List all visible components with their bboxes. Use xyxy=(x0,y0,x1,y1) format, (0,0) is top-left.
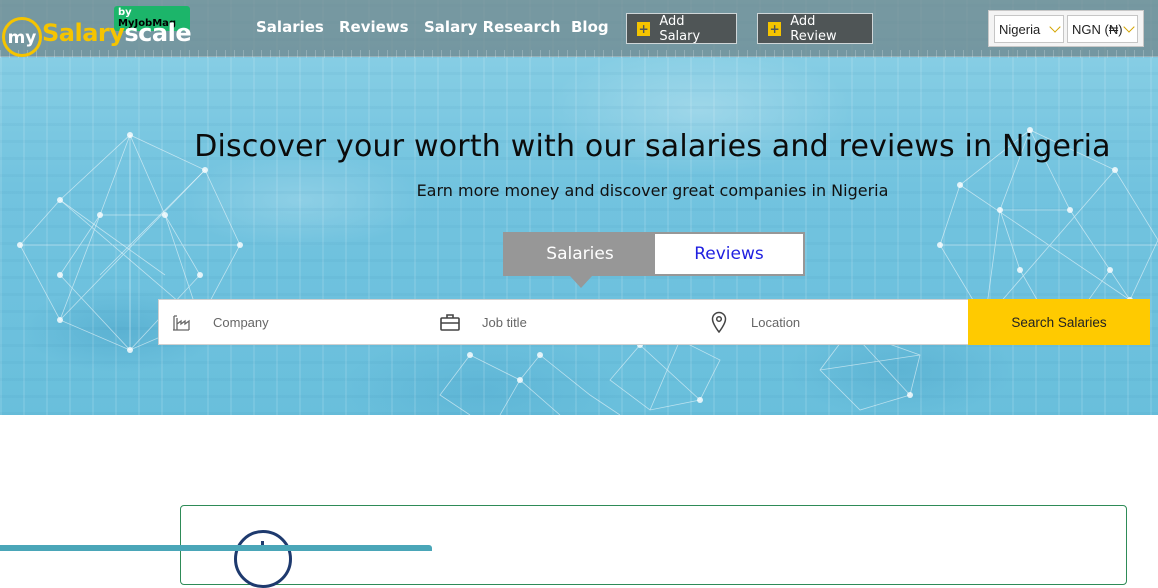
hero-section: my by MyJobMag Salaryscale Salaries Revi… xyxy=(0,0,1158,415)
chevron-down-icon xyxy=(1049,21,1061,33)
country-value: Nigeria xyxy=(999,21,1041,37)
hero-subtitle: Earn more money and discover great compa… xyxy=(416,181,889,200)
plus-icon: + xyxy=(768,21,782,36)
currency-value: NGN (₦) xyxy=(1072,21,1123,37)
plus-icon: + xyxy=(637,21,651,36)
logo-word-scale: scale xyxy=(124,19,192,47)
search-salaries-button[interactable]: Search Salaries xyxy=(968,299,1150,345)
factory-icon xyxy=(170,311,192,333)
logo-word-salary: Salary xyxy=(42,19,125,47)
network-pattern-decoration xyxy=(17,127,1158,415)
nav-link-salaries[interactable]: Salaries xyxy=(256,18,324,36)
nav-link-reviews[interactable]: Reviews xyxy=(339,18,409,36)
location-placeholder: Location xyxy=(751,314,801,330)
briefcase-icon xyxy=(439,311,461,333)
info-icon xyxy=(234,530,292,588)
company-field[interactable]: Company xyxy=(170,300,425,344)
tab-salaries[interactable]: Salaries xyxy=(505,234,655,274)
add-salary-button[interactable]: + Add Salary xyxy=(626,13,737,44)
hero-title: Discover your worth with our salaries an… xyxy=(194,129,1111,164)
company-placeholder: Company xyxy=(213,314,269,330)
country-select[interactable]: Nigeria xyxy=(994,15,1064,43)
add-review-button[interactable]: + Add Review xyxy=(757,13,873,44)
chevron-down-icon xyxy=(1123,21,1135,33)
job-title-placeholder: Job title xyxy=(482,314,527,330)
tab-reviews[interactable]: Reviews xyxy=(655,234,803,274)
nav-link-salary-research[interactable]: Salary Research xyxy=(424,18,561,36)
site-logo[interactable]: my by MyJobMag Salaryscale xyxy=(2,4,192,57)
job-title-field[interactable]: Job title xyxy=(439,300,694,344)
logo-my-circle: my xyxy=(2,17,42,57)
location-field[interactable]: Location xyxy=(708,300,963,344)
logo-badge-by: by xyxy=(118,7,132,18)
location-pin-icon xyxy=(708,311,730,333)
logo-wordmark: Salaryscale xyxy=(42,19,192,47)
currency-select[interactable]: NGN (₦) xyxy=(1067,15,1138,43)
active-tab-pointer xyxy=(570,276,592,288)
add-review-label: Add Review xyxy=(790,13,837,44)
search-bar: Company Job title Location Search Salari… xyxy=(158,299,1150,345)
bottom-progress-strip xyxy=(0,545,432,551)
add-salary-label: Add Salary xyxy=(659,13,701,44)
search-mode-tabs: Salaries Reviews xyxy=(503,232,805,276)
nav-link-blog[interactable]: Blog xyxy=(571,18,609,36)
locale-selectors: Nigeria NGN (₦) xyxy=(988,10,1144,47)
